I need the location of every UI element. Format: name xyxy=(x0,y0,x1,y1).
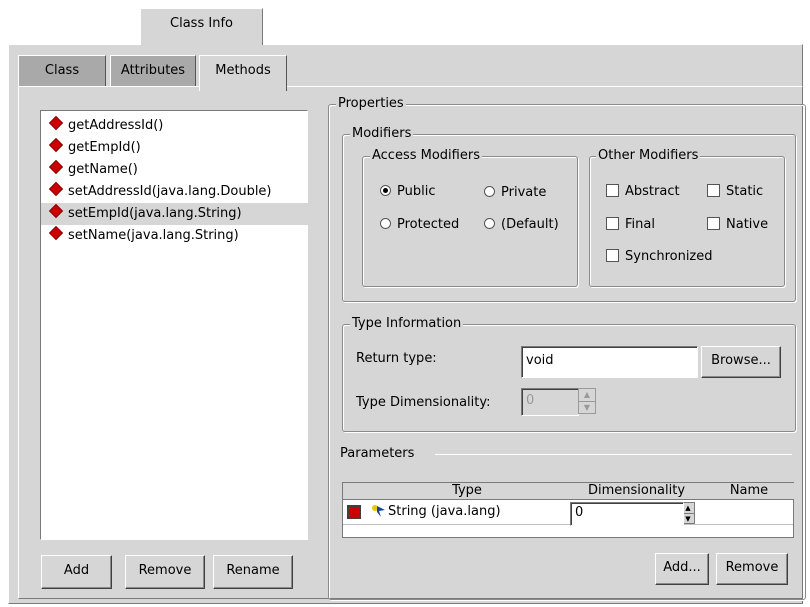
synchronized-checkbox[interactable]: Synchronized xyxy=(606,248,713,266)
column-header-name[interactable]: Name xyxy=(704,483,794,500)
method-label: setAddressId(java.lang.Double) xyxy=(68,184,272,199)
final-label: Final xyxy=(625,217,655,232)
parameters-table[interactable]: Type Dimensionality Name String (java.la… xyxy=(342,482,794,538)
list-item-selected[interactable]: setEmpId(java.lang.String) xyxy=(41,203,317,225)
remove-parameter-label: Remove xyxy=(725,560,779,575)
remove-method-label: Remove xyxy=(138,563,192,578)
method-icon xyxy=(48,137,64,153)
method-label: setName(java.lang.String) xyxy=(68,228,239,243)
list-item[interactable]: getName() xyxy=(48,159,307,181)
tab-attributes-label: Attributes xyxy=(120,63,186,78)
radio-icon xyxy=(484,218,495,229)
parameters-title: Parameters xyxy=(340,446,415,461)
column-header-type[interactable]: Type xyxy=(365,483,570,500)
public-label: Public xyxy=(397,184,436,199)
modifiers-title: Modifiers xyxy=(350,126,414,142)
parameter-row-icon xyxy=(347,505,361,519)
spinner-down-icon[interactable]: ▼ xyxy=(579,402,595,414)
row-header-corner xyxy=(343,483,366,500)
method-label: getName() xyxy=(68,162,138,177)
method-icon xyxy=(48,115,64,131)
remove-method-button[interactable]: Remove xyxy=(125,555,205,589)
protected-radio[interactable]: Protected xyxy=(380,216,459,234)
checkbox-icon xyxy=(606,249,619,262)
checkbox-icon xyxy=(707,217,720,230)
method-label: setEmpId(java.lang.String) xyxy=(68,206,242,221)
abstract-checkbox[interactable]: Abstract xyxy=(606,183,680,201)
method-icon xyxy=(48,159,64,175)
tab-class-info-label: Class Info xyxy=(170,16,233,31)
add-method-label: Add xyxy=(63,563,90,578)
table-row[interactable]: String (java.lang) 0 ▲ ▼ xyxy=(343,500,793,526)
private-label: Private xyxy=(501,185,547,200)
column-header-dimensionality[interactable]: Dimensionality xyxy=(569,483,705,500)
rename-method-label: Rename xyxy=(226,563,280,578)
list-item[interactable]: setName(java.lang.String) xyxy=(48,225,307,247)
parameters-divider xyxy=(435,454,792,455)
other-modifiers-title: Other Modifiers xyxy=(596,148,701,164)
list-item[interactable]: setAddressId(java.lang.Double) xyxy=(48,181,307,203)
method-icon xyxy=(48,203,64,219)
return-type-label: Return type: xyxy=(356,351,437,366)
synchronized-label: Synchronized xyxy=(625,249,713,264)
string-type-icon xyxy=(371,503,387,523)
static-checkbox[interactable]: Static xyxy=(707,183,763,201)
type-dimensionality-spinner[interactable]: ▲ ▼ xyxy=(578,388,596,414)
private-radio[interactable]: Private xyxy=(484,184,546,202)
tab-methods[interactable]: Methods xyxy=(199,55,287,91)
list-item[interactable]: getAddressId() xyxy=(48,115,307,137)
native-checkbox[interactable]: Native xyxy=(707,216,768,234)
method-label: getEmpId() xyxy=(68,140,141,155)
protected-label: Protected xyxy=(397,217,460,232)
method-list[interactable]: getAddressId() getEmpId() getName() setA… xyxy=(40,110,317,540)
type-information-title: Type Information xyxy=(350,316,464,332)
radio-icon xyxy=(484,186,495,197)
add-parameter-button[interactable]: Add... xyxy=(655,553,709,585)
tab-attributes[interactable]: Attributes xyxy=(110,55,196,88)
default-label: (Default) xyxy=(501,217,559,232)
checkbox-icon xyxy=(606,184,619,197)
parameter-type-cell[interactable]: String (java.lang) xyxy=(388,504,501,519)
tab-class[interactable]: Class xyxy=(18,55,106,88)
rename-method-button[interactable]: Rename xyxy=(213,555,293,589)
method-icon xyxy=(48,181,64,197)
abstract-label: Abstract xyxy=(625,184,680,199)
list-item[interactable]: getEmpId() xyxy=(48,137,307,159)
static-label: Static xyxy=(726,184,764,199)
native-label: Native xyxy=(726,217,769,232)
default-radio[interactable]: (Default) xyxy=(484,216,559,234)
radio-icon xyxy=(380,218,391,229)
type-dimensionality-field[interactable]: 0 xyxy=(521,388,579,416)
remove-parameter-button[interactable]: Remove xyxy=(716,553,788,585)
browse-label: Browse... xyxy=(711,353,771,368)
checkbox-icon xyxy=(606,217,619,230)
tab-class-info[interactable]: Class Info xyxy=(140,8,263,45)
add-parameter-label: Add... xyxy=(663,560,701,575)
browse-button[interactable]: Browse... xyxy=(701,346,781,378)
final-checkbox[interactable]: Final xyxy=(606,216,655,234)
access-modifiers-title: Access Modifiers xyxy=(370,148,482,164)
public-radio[interactable]: Public xyxy=(380,183,435,201)
spinner-up-icon[interactable]: ▲ xyxy=(579,389,595,402)
return-type-field[interactable]: void xyxy=(521,346,698,378)
checkbox-icon xyxy=(707,184,720,197)
add-method-button[interactable]: Add xyxy=(41,555,112,589)
method-icon xyxy=(48,225,64,241)
properties-title: Properties xyxy=(336,96,406,112)
method-label: getAddressId() xyxy=(68,118,164,133)
parameter-dimensionality-field[interactable]: 0 xyxy=(570,502,684,526)
tab-class-label: Class xyxy=(44,63,80,78)
type-dimensionality-label: Type Dimensionality: xyxy=(356,395,491,410)
radio-selected-icon xyxy=(380,185,391,196)
tab-methods-label: Methods xyxy=(215,63,271,78)
